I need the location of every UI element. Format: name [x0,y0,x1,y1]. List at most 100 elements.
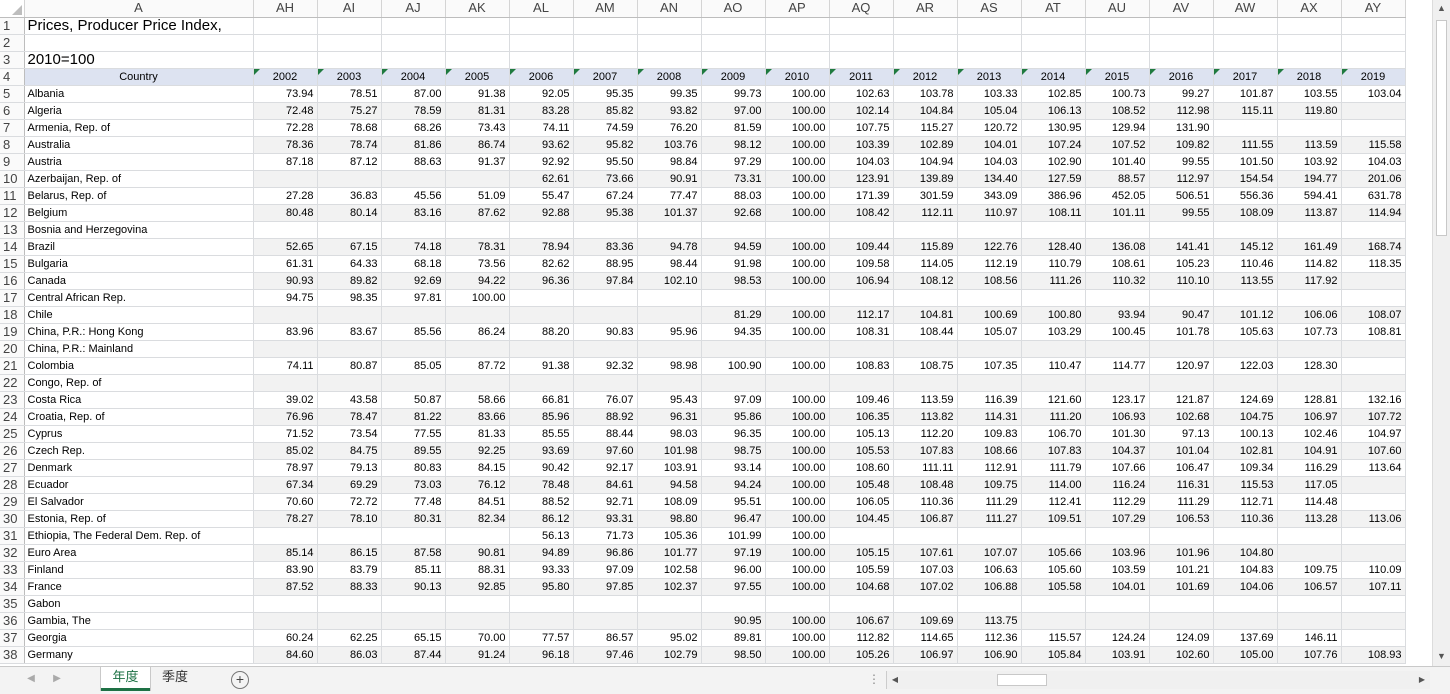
value-cell[interactable]: 116.31 [1149,476,1214,494]
cell[interactable] [1085,17,1150,35]
value-cell[interactable] [317,170,382,188]
value-cell[interactable]: 98.35 [317,289,382,307]
value-cell[interactable] [253,170,318,188]
value-cell[interactable]: 85.02 [253,442,318,460]
value-cell[interactable]: 95.43 [637,391,702,409]
value-cell[interactable]: 100.13 [1213,425,1278,443]
country-column-header[interactable]: Country [24,68,254,86]
value-cell[interactable] [317,595,382,613]
value-cell[interactable]: 124.09 [1149,629,1214,647]
column-header-AK[interactable]: AK [445,0,510,18]
value-cell[interactable]: 96.47 [701,510,766,528]
value-cell[interactable]: 88.95 [573,255,638,273]
value-cell[interactable]: 114.77 [1085,357,1150,375]
value-cell[interactable]: 113.59 [1277,136,1342,154]
value-cell[interactable]: 112.17 [829,306,894,324]
value-cell[interactable] [1213,527,1278,545]
value-cell[interactable]: 113.59 [893,391,958,409]
row-header-20[interactable]: 20 [0,340,25,358]
value-cell[interactable]: 116.39 [957,391,1022,409]
value-cell[interactable]: 119.80 [1277,102,1342,120]
value-cell[interactable] [1277,340,1342,358]
value-cell[interactable]: 106.13 [1021,102,1086,120]
value-cell[interactable]: 62.61 [509,170,574,188]
value-cell[interactable]: 66.81 [509,391,574,409]
column-header-AY[interactable]: AY [1341,0,1406,18]
value-cell[interactable] [253,527,318,545]
value-cell[interactable]: 72.28 [253,119,318,137]
country-cell[interactable]: Ecuador [24,476,254,494]
value-cell[interactable] [253,374,318,392]
cell[interactable] [381,17,446,35]
add-sheet-icon[interactable]: + [231,671,249,689]
value-cell[interactable]: 89.55 [381,442,446,460]
value-cell[interactable] [957,340,1022,358]
value-cell[interactable]: 452.05 [1085,187,1150,205]
value-cell[interactable] [573,374,638,392]
value-cell[interactable]: 78.47 [317,408,382,426]
value-cell[interactable] [1341,119,1406,137]
value-cell[interactable]: 506.51 [1149,187,1214,205]
row-header-17[interactable]: 17 [0,289,25,307]
cell[interactable] [1341,34,1406,52]
value-cell[interactable] [957,595,1022,613]
value-cell[interactable]: 104.84 [893,102,958,120]
value-cell[interactable]: 70.00 [445,629,510,647]
value-cell[interactable]: 100.00 [765,255,830,273]
value-cell[interactable]: 82.34 [445,510,510,528]
country-cell[interactable]: Finland [24,561,254,579]
value-cell[interactable]: 76.12 [445,476,510,494]
value-cell[interactable]: 115.58 [1341,136,1406,154]
value-cell[interactable]: 100.00 [765,476,830,494]
tab-scroll-left-icon[interactable]: ◀ [24,672,38,686]
value-cell[interactable]: 386.96 [1021,187,1086,205]
value-cell[interactable] [893,374,958,392]
value-cell[interactable]: 83.66 [445,408,510,426]
value-cell[interactable]: 111.29 [957,493,1022,511]
cell[interactable] [893,34,958,52]
select-all-corner[interactable] [0,0,25,18]
value-cell[interactable]: 91.38 [445,85,510,103]
value-cell[interactable] [1341,102,1406,120]
value-cell[interactable]: 87.62 [445,204,510,222]
country-cell[interactable]: Costa Rica [24,391,254,409]
value-cell[interactable]: 86.24 [445,323,510,341]
value-cell[interactable]: 108.75 [893,357,958,375]
value-cell[interactable]: 106.97 [1277,408,1342,426]
value-cell[interactable]: 87.18 [253,153,318,171]
value-cell[interactable]: 103.92 [1277,153,1342,171]
value-cell[interactable]: 97.46 [573,646,638,664]
value-cell[interactable]: 115.11 [1213,102,1278,120]
value-cell[interactable]: 65.15 [381,629,446,647]
value-cell[interactable] [1021,612,1086,630]
cell[interactable] [1341,17,1406,35]
value-cell[interactable] [637,289,702,307]
value-cell[interactable]: 94.89 [509,544,574,562]
value-cell[interactable]: 110.47 [1021,357,1086,375]
value-cell[interactable] [509,374,574,392]
value-cell[interactable]: 85.96 [509,408,574,426]
value-cell[interactable]: 101.87 [1213,85,1278,103]
worksheet-grid[interactable]: A AH AI AJ AK AL AM AN AO AP AQ AR AS AT AU AV AW AX AY 1P… [0,0,1432,666]
column-header-AH[interactable]: AH [253,0,318,18]
sheet-tab-annual[interactable]: 年度 [101,667,150,691]
value-cell[interactable]: 113.64 [1341,459,1406,477]
value-cell[interactable] [893,221,958,239]
value-cell[interactable] [1021,221,1086,239]
year-header-2002[interactable]: 2002 [253,68,318,86]
value-cell[interactable]: 113.55 [1213,272,1278,290]
value-cell[interactable]: 81.22 [381,408,446,426]
year-header-2005[interactable]: 2005 [445,68,510,86]
country-cell[interactable]: Euro Area [24,544,254,562]
value-cell[interactable]: 78.74 [317,136,382,154]
value-cell[interactable]: 88.03 [701,187,766,205]
value-cell[interactable]: 86.74 [445,136,510,154]
value-cell[interactable]: 104.80 [1213,544,1278,562]
value-cell[interactable]: 96.00 [701,561,766,579]
value-cell[interactable]: 90.83 [573,323,638,341]
value-cell[interactable]: 91.37 [445,153,510,171]
cell[interactable] [701,34,766,52]
value-cell[interactable]: 97.19 [701,544,766,562]
value-cell[interactable] [701,374,766,392]
value-cell[interactable]: 94.35 [701,323,766,341]
